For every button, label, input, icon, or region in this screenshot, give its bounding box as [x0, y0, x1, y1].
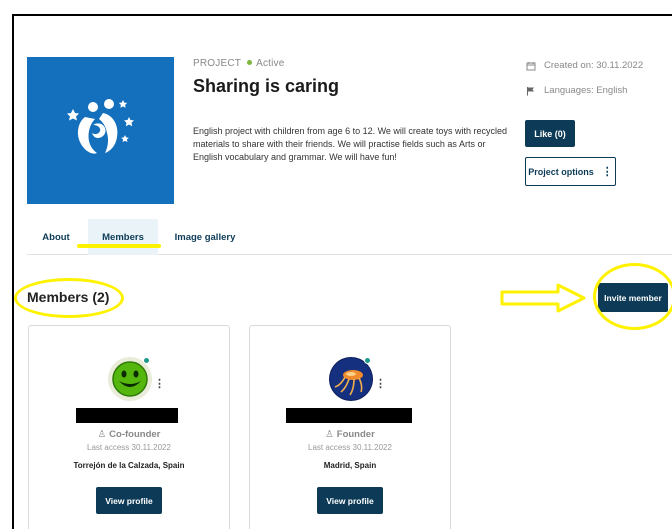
calendar-icon [526, 61, 536, 70]
like-button[interactable]: Like (0) [525, 120, 575, 147]
view-profile-button[interactable]: View profile [317, 487, 383, 514]
member-card: ⋮ ♙ Co-founder Last access 30.11.2022 Tor… [28, 325, 230, 529]
highlight-ellipse-invite [593, 263, 672, 330]
redacted-name [76, 408, 178, 423]
languages-text: Languages: English [544, 85, 628, 96]
user-icon: ♙ [97, 429, 107, 440]
more-vertical-icon: ⋮ [601, 166, 613, 178]
online-indicator [364, 357, 371, 364]
more-vertical-icon[interactable]: ⋮ [154, 377, 165, 390]
online-indicator [143, 357, 150, 364]
project-status: Active [256, 58, 285, 69]
flag-icon [527, 86, 534, 95]
tab-about[interactable]: About [27, 219, 85, 255]
last-access: Last access 30.11.2022 [308, 443, 392, 452]
children-logo-icon [67, 99, 134, 154]
highlight-ellipse-members [14, 278, 124, 318]
created-date-text: Created on: 30.11.2022 [544, 60, 644, 71]
project-options-button[interactable]: Project options ⋮ [525, 157, 616, 186]
tab-members[interactable]: Members [88, 219, 158, 255]
member-location: Madrid, Spain [323, 461, 377, 470]
last-access: Last access 30.11.2022 [87, 443, 171, 452]
member-role-text: Co-founder [109, 429, 161, 440]
member-role: ♙ Co-founder [29, 429, 229, 440]
project-options-label: Project options [528, 166, 594, 177]
highlight-arrow-icon [500, 283, 586, 313]
view-profile-button[interactable]: View profile [96, 487, 162, 514]
member-card: ⋮ ♙ Founder Last access 30.11.2022 Madrid… [249, 325, 451, 529]
project-title: Sharing is caring [193, 76, 340, 96]
member-role: ♙ Founder [250, 429, 450, 440]
member-role-text: Founder [336, 429, 375, 440]
highlight-underline [77, 244, 161, 248]
user-icon: ♙ [325, 429, 334, 440]
active-status-dot [247, 60, 253, 65]
member-location: Torrejón de la Calzada, Spain [73, 461, 185, 470]
project-meta: PROJECT Active [193, 58, 285, 69]
tab-bar: About Members Image gallery [27, 219, 672, 255]
created-date: Created on: 30.11.2022 [526, 60, 643, 71]
project-type-label: PROJECT [193, 58, 242, 69]
project-image [27, 57, 174, 204]
project-description: English project with children from age 6… [193, 126, 507, 162]
more-vertical-icon[interactable]: ⋮ [375, 377, 386, 390]
languages: Languages: English [526, 85, 627, 96]
redacted-name [286, 408, 412, 423]
tab-image-gallery[interactable]: Image gallery [167, 219, 243, 255]
